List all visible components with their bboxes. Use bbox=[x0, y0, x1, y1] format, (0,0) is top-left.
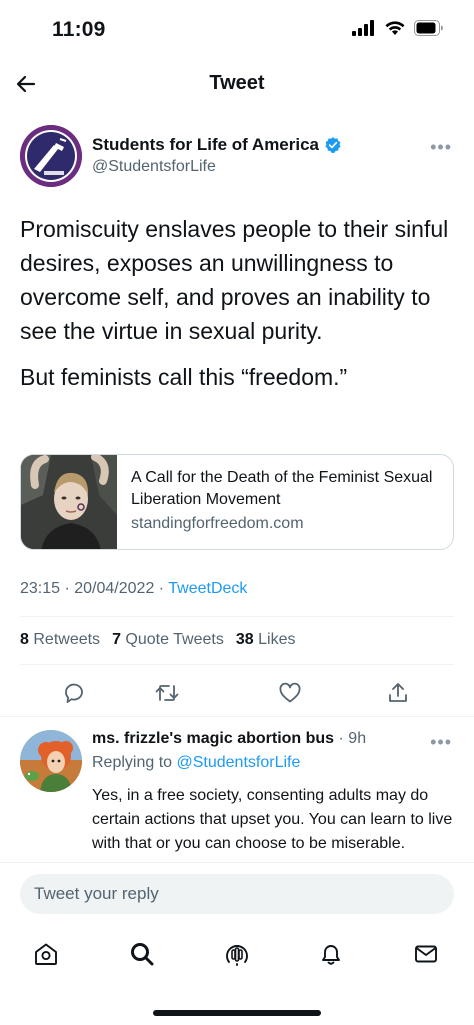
retweets-label: Retweets bbox=[33, 631, 101, 648]
reply-author-name[interactable]: ms. frizzle's magic abortion bus bbox=[92, 730, 334, 747]
reply-more-icon[interactable]: ••• bbox=[430, 732, 452, 753]
replying-to-mention[interactable]: @StudentsforLife bbox=[177, 754, 301, 771]
tweet-datetime: 23:15 · 20/04/2022 · bbox=[20, 580, 169, 597]
share-icon bbox=[389, 683, 407, 702]
bell-icon bbox=[322, 945, 340, 965]
reply-timestamp: · 9h bbox=[334, 730, 367, 747]
bottom-tab-bar bbox=[0, 926, 474, 984]
reply-author-avatar[interactable] bbox=[20, 730, 82, 792]
home-icon bbox=[35, 943, 57, 965]
tweet-more-icon[interactable]: ••• bbox=[430, 137, 452, 158]
likes-stat[interactable]: 38 Likes bbox=[236, 631, 296, 649]
tweet-meta: 23:15 · 20/04/2022 · TweetDeck bbox=[20, 580, 247, 598]
tweet-stats: 8 Retweets 7 Quote Tweets 38 Likes bbox=[20, 631, 295, 649]
link-card-body: A Call for the Death of the Feminist Sex… bbox=[117, 455, 453, 549]
page-title: Tweet bbox=[209, 72, 265, 94]
tweet-source-link[interactable]: TweetDeck bbox=[168, 580, 247, 597]
link-card-title: A Call for the Death of the Feminist Sex… bbox=[131, 469, 433, 508]
card-photo-illustration bbox=[21, 455, 117, 549]
tweet-author: Students for Life of America @Studentsfo… bbox=[20, 125, 454, 189]
link-card[interactable]: A Call for the Death of the Feminist Sex… bbox=[20, 454, 454, 550]
retweet-button[interactable] bbox=[150, 676, 184, 710]
wifi-icon bbox=[385, 21, 405, 35]
quotes-count: 7 bbox=[112, 631, 121, 648]
divider bbox=[20, 664, 454, 665]
tab-search[interactable] bbox=[124, 936, 160, 972]
top-nav: Tweet bbox=[0, 60, 474, 110]
author-name-text: Students for Life of America bbox=[92, 135, 320, 154]
status-bar: 11:09 bbox=[0, 0, 474, 60]
status-time: 11:09 bbox=[52, 18, 106, 41]
reply-header: ms. frizzle's magic abortion bus · 9h bbox=[92, 730, 366, 748]
likes-label: Likes bbox=[258, 631, 296, 648]
battery-icon bbox=[414, 20, 443, 36]
author-handle[interactable]: @StudentsforLife bbox=[92, 158, 216, 176]
tweet-text: Promiscuity enslaves people to their sin… bbox=[20, 212, 454, 394]
tweet-paragraph: Promiscuity enslaves people to their sin… bbox=[20, 216, 449, 344]
verified-badge-icon bbox=[325, 137, 341, 153]
share-button[interactable] bbox=[381, 676, 415, 710]
tab-home[interactable] bbox=[28, 936, 64, 972]
spaces-icon bbox=[226, 945, 248, 966]
link-card-image bbox=[21, 455, 117, 549]
quote-tweets-stat[interactable]: 7 Quote Tweets bbox=[112, 631, 224, 649]
tab-messages[interactable] bbox=[408, 936, 444, 972]
like-button[interactable] bbox=[273, 676, 307, 710]
quotes-label: Quote Tweets bbox=[125, 631, 224, 648]
cartoon-avatar-image bbox=[20, 730, 82, 792]
status-icons bbox=[352, 20, 444, 36]
reply-button[interactable] bbox=[57, 676, 91, 710]
home-indicator bbox=[153, 1010, 321, 1016]
sfla-logo-icon bbox=[20, 125, 82, 187]
tweet-actions bbox=[20, 676, 454, 710]
cellular-signal-icon bbox=[352, 20, 374, 36]
likes-count: 38 bbox=[235, 631, 254, 648]
link-card-domain: standingforfreedom.com bbox=[131, 515, 304, 532]
replying-to: Replying to @StudentsforLife bbox=[92, 754, 300, 772]
divider bbox=[0, 716, 474, 717]
reply-compose-bar: Tweet your reply bbox=[0, 862, 474, 924]
search-icon bbox=[131, 943, 154, 966]
tab-spaces[interactable] bbox=[219, 936, 255, 972]
reply-input[interactable]: Tweet your reply bbox=[20, 874, 454, 914]
reply-icon bbox=[65, 683, 83, 703]
retweet-icon bbox=[155, 685, 179, 701]
tab-notifications[interactable] bbox=[313, 936, 349, 972]
tweet-paragraph: But feminists call this “freedom.” bbox=[20, 364, 348, 390]
mail-icon bbox=[415, 945, 437, 963]
author-name[interactable]: Students for Life of America bbox=[92, 135, 342, 155]
divider bbox=[20, 616, 454, 617]
author-avatar[interactable] bbox=[20, 125, 82, 187]
replying-to-label: Replying to bbox=[92, 754, 177, 771]
retweets-count: 8 bbox=[20, 631, 29, 648]
retweets-stat[interactable]: 8 Retweets bbox=[20, 631, 100, 649]
heart-icon bbox=[279, 682, 301, 703]
reply-text: Yes, in a free society, consenting adult… bbox=[92, 787, 453, 852]
